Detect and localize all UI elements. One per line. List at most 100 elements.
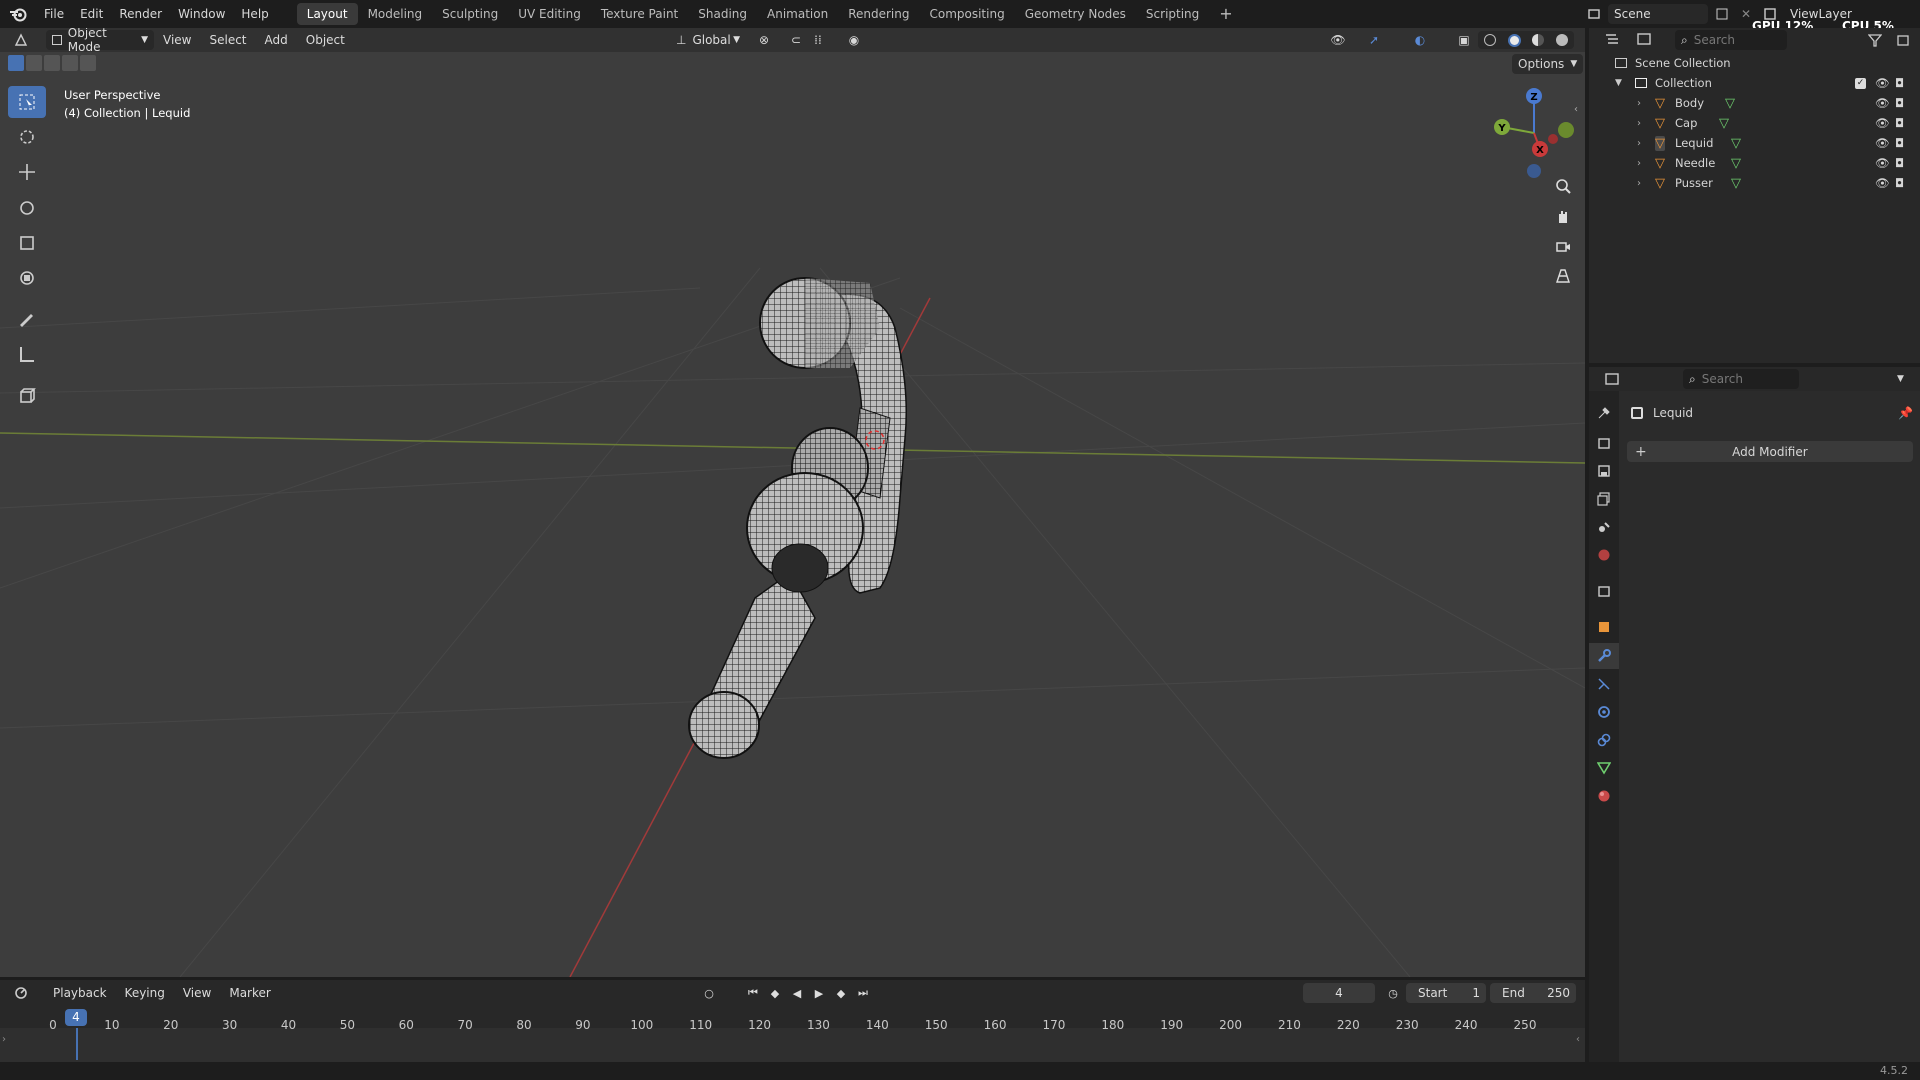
add-modifier-button[interactable]: + Add Modifier bbox=[1627, 441, 1913, 462]
gizmo-toggle-icon[interactable]: ➚ bbox=[1364, 30, 1384, 50]
camera-view-icon[interactable] bbox=[1550, 233, 1576, 259]
chevron-right-icon[interactable]: › bbox=[1637, 98, 1649, 109]
output-tab-icon[interactable] bbox=[1594, 461, 1614, 481]
zoom-icon[interactable] bbox=[1550, 173, 1576, 199]
outliner-editor-icon[interactable] bbox=[1603, 30, 1623, 50]
select-invert-mode-icon[interactable] bbox=[62, 55, 78, 71]
menu-help[interactable]: Help bbox=[233, 0, 276, 28]
tab-rendering[interactable]: Rendering bbox=[838, 3, 919, 25]
next-keyframe-icon[interactable]: ◆ bbox=[832, 984, 850, 1002]
navigation-gizmo[interactable]: Z Y X bbox=[1490, 88, 1580, 178]
pivot-icon[interactable]: ⊗ bbox=[754, 30, 774, 50]
timeline-menu-view[interactable]: View bbox=[174, 981, 220, 1005]
pan-hand-icon[interactable] bbox=[1550, 203, 1576, 229]
timeline-menu-marker[interactable]: Marker bbox=[220, 981, 279, 1005]
filter-icon[interactable] bbox=[1865, 30, 1885, 50]
annotate-tool[interactable] bbox=[8, 303, 46, 335]
tab-modeling[interactable]: Modeling bbox=[358, 3, 433, 25]
outliner-row-collection[interactable]: ▼ Collection ✓ 👁 ◘ bbox=[1589, 73, 1920, 93]
mode-selector[interactable]: Object Mode ▼ bbox=[46, 28, 154, 54]
outliner-row-object[interactable]: › ▽ Pusser ▽ 👁 ◘ bbox=[1589, 173, 1920, 193]
view-layer-tab-icon[interactable] bbox=[1594, 489, 1614, 509]
tab-uv-editing[interactable]: UV Editing bbox=[508, 3, 591, 25]
syringe-mesh[interactable] bbox=[688, 277, 907, 759]
measure-tool[interactable] bbox=[8, 338, 46, 370]
tab-shading[interactable]: Shading bbox=[688, 3, 757, 25]
auto-key-record-icon[interactable]: ○ bbox=[700, 984, 718, 1002]
outliner-row-object[interactable]: › ▽ Needle ▽ 👁 ◘ bbox=[1589, 153, 1920, 173]
perspective-toggle-icon[interactable] bbox=[1550, 263, 1576, 289]
outliner-row-object[interactable]: › ▽ Cap ▽ 👁 ◘ bbox=[1589, 113, 1920, 133]
world-tab-icon[interactable] bbox=[1594, 545, 1614, 565]
viewport-side-chevron-icon[interactable]: ‹ bbox=[1574, 104, 1578, 115]
3d-viewport[interactable]: Object Mode ▼ View Select Add Object ⊥ G… bbox=[0, 28, 1585, 977]
new-collection-icon[interactable] bbox=[1893, 30, 1913, 50]
rotate-tool[interactable] bbox=[8, 192, 46, 224]
blender-logo-icon[interactable] bbox=[0, 0, 36, 28]
menu-window[interactable]: Window bbox=[170, 0, 233, 28]
chevron-right-icon[interactable]: › bbox=[1637, 178, 1649, 189]
object-visibility-eye-icon[interactable]: 👁 bbox=[1875, 156, 1890, 170]
properties-search-field[interactable]: ⌕ Search bbox=[1683, 369, 1799, 389]
viewport-scene[interactable] bbox=[0, 28, 1585, 977]
chevron-down-icon[interactable]: ▼ bbox=[1615, 78, 1627, 88]
new-scene-icon[interactable] bbox=[1712, 4, 1732, 24]
snap-target-icon[interactable]: ⁞⁞ bbox=[808, 30, 828, 50]
timeline-editor-icon[interactable] bbox=[12, 983, 32, 1003]
transform-orientation[interactable]: ⊥ Global ▼ bbox=[670, 30, 746, 50]
solid-shading-icon[interactable] bbox=[1507, 33, 1521, 47]
snap-icon[interactable]: ⊂ bbox=[786, 30, 806, 50]
vp-menu-object[interactable]: Object bbox=[297, 28, 354, 52]
add-cube-tool[interactable] bbox=[8, 380, 46, 412]
vp-menu-view[interactable]: View bbox=[154, 28, 200, 52]
object-render-camera-icon[interactable]: ◘ bbox=[1895, 136, 1904, 150]
object-render-camera-icon[interactable]: ◘ bbox=[1895, 156, 1904, 170]
chevron-down-icon[interactable]: ▼ bbox=[1897, 374, 1904, 384]
timeline-track-area[interactable] bbox=[0, 1028, 1585, 1062]
collection-visibility-eye-icon[interactable]: 👁 bbox=[1875, 76, 1890, 90]
menu-edit[interactable]: Edit bbox=[72, 0, 111, 28]
chevron-right-icon[interactable]: › bbox=[1637, 138, 1649, 149]
tool-tab-icon[interactable] bbox=[1594, 403, 1614, 423]
display-mode-icon[interactable] bbox=[1635, 30, 1655, 50]
data-tab-icon[interactable] bbox=[1594, 758, 1614, 778]
collection-tab-icon[interactable] bbox=[1594, 581, 1614, 601]
outliner-search-field[interactable]: ⌕ Search bbox=[1675, 30, 1787, 50]
visibility-icon[interactable]: 👁 bbox=[1328, 30, 1348, 50]
jump-start-icon[interactable]: ⏮ bbox=[744, 984, 762, 1002]
particles-tab-icon[interactable] bbox=[1594, 674, 1614, 694]
pin-icon[interactable]: 📌 bbox=[1898, 406, 1913, 420]
wireframe-shading-icon[interactable] bbox=[1483, 34, 1496, 46]
object-render-camera-icon[interactable]: ◘ bbox=[1895, 176, 1904, 190]
select-box-mode-icon[interactable] bbox=[8, 55, 24, 71]
object-tab-icon[interactable] bbox=[1594, 617, 1614, 637]
tab-sculpting[interactable]: Sculpting bbox=[432, 3, 508, 25]
constraints-tab-icon[interactable] bbox=[1594, 730, 1614, 750]
play-reverse-icon[interactable]: ◀ bbox=[788, 984, 806, 1002]
scale-tool[interactable] bbox=[8, 227, 46, 259]
jump-end-icon[interactable]: ⏭ bbox=[854, 984, 872, 1002]
play-icon[interactable]: ▶ bbox=[810, 984, 828, 1002]
object-render-camera-icon[interactable]: ◘ bbox=[1895, 96, 1904, 110]
timeline-right-chevron-icon[interactable]: ‹ bbox=[1576, 1034, 1580, 1045]
scene-icon[interactable] bbox=[1584, 4, 1604, 24]
playhead-frame-badge[interactable]: 4 bbox=[65, 1009, 87, 1026]
start-frame-field[interactable]: Start 1 bbox=[1406, 983, 1486, 1003]
chevron-right-icon[interactable]: › bbox=[1637, 158, 1649, 169]
material-shading-icon[interactable] bbox=[1532, 34, 1545, 46]
add-workspace-icon[interactable]: + bbox=[1209, 3, 1242, 25]
physics-tab-icon[interactable] bbox=[1594, 702, 1614, 722]
chevron-right-icon[interactable]: › bbox=[1637, 118, 1649, 129]
outliner-row-scene-collection[interactable]: Scene Collection bbox=[1589, 53, 1920, 73]
timeline-menu-keying[interactable]: Keying bbox=[116, 981, 174, 1005]
material-tab-icon[interactable] bbox=[1594, 786, 1614, 806]
xray-icon[interactable]: ▣ bbox=[1454, 30, 1474, 50]
modifier-wrench-icon[interactable] bbox=[1594, 646, 1614, 666]
tab-layout[interactable]: Layout bbox=[296, 3, 358, 25]
object-visibility-eye-icon[interactable]: 👁 bbox=[1875, 136, 1890, 150]
preview-range-clock-icon[interactable]: ◷ bbox=[1384, 984, 1402, 1002]
select-box-tool[interactable] bbox=[8, 86, 46, 118]
cursor-tool[interactable] bbox=[8, 121, 46, 153]
render-tab-icon[interactable] bbox=[1594, 433, 1614, 453]
overlay-icon[interactable]: ◐ bbox=[1410, 30, 1430, 50]
